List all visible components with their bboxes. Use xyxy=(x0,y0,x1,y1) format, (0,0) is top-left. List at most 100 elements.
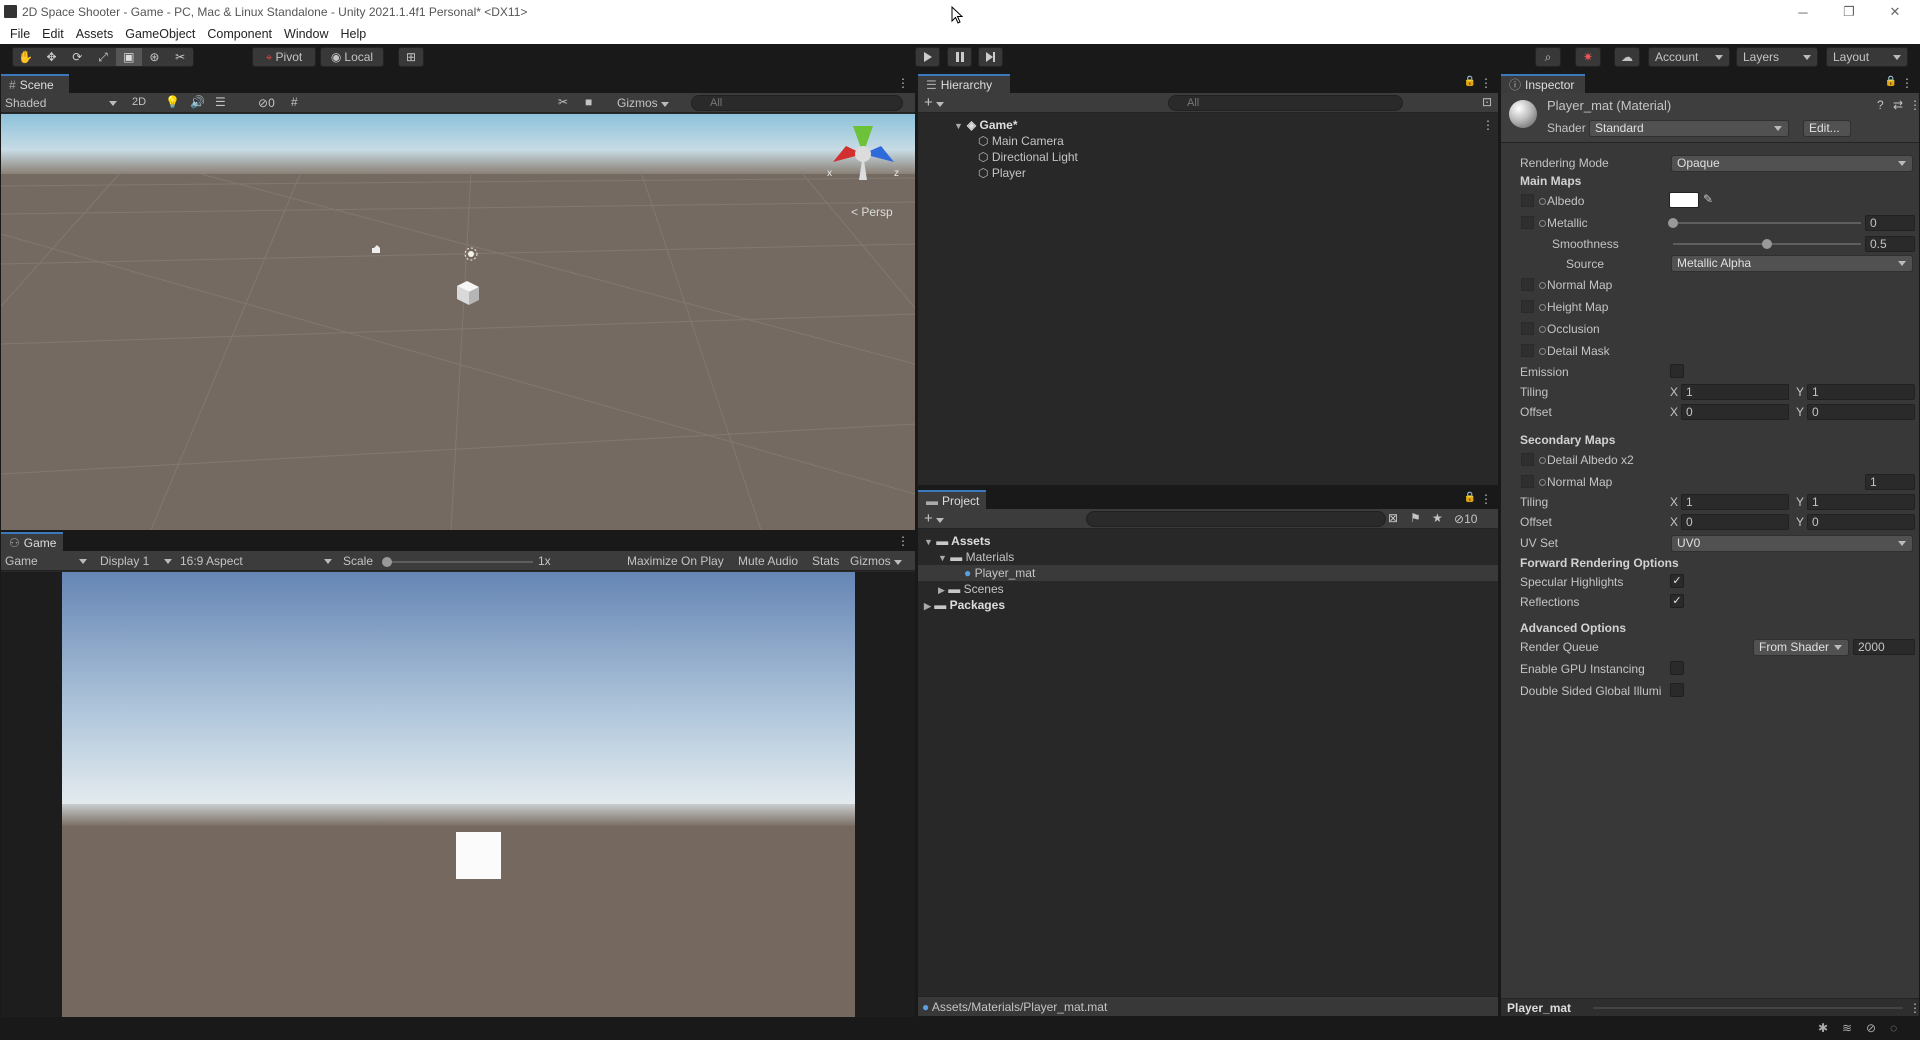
render-queue-dropdown[interactable]: From Shader xyxy=(1753,639,1849,656)
triangle-down-icon[interactable]: ▼ xyxy=(954,121,963,131)
shading-dropdown[interactable]: Shaded xyxy=(5,96,117,110)
toggle-2d-button[interactable]: 2D xyxy=(132,96,146,108)
tab-game[interactable]: ⚇ Game xyxy=(1,532,63,551)
tree-item-scenes[interactable]: ▶ ▬ Scenes xyxy=(938,582,1004,596)
hand-tool-icon[interactable]: ✋ xyxy=(13,48,39,66)
tab-scene[interactable]: # Scene xyxy=(1,74,69,93)
help-icon[interactable]: ? xyxy=(1877,98,1884,112)
texture-picker-icon[interactable] xyxy=(1539,304,1546,311)
progress-icon[interactable]: ◌ xyxy=(1890,1021,1897,1035)
normal-map2-texture-slot[interactable] xyxy=(1521,475,1534,488)
offset2-x-field[interactable]: 0 xyxy=(1681,514,1789,530)
lock-icon[interactable]: 🔒 xyxy=(1464,76,1476,87)
preview-bar[interactable]: Player_mat ⋮ xyxy=(1501,998,1920,1016)
panel-menu-icon[interactable]: ⋮ xyxy=(1480,76,1492,90)
triangle-down-icon[interactable]: ▼ xyxy=(938,553,947,563)
texture-picker-icon[interactable] xyxy=(1539,282,1546,289)
search-button[interactable]: ⌕ xyxy=(1535,47,1561,67)
tree-item-packages[interactable]: ▶ ▬ Packages xyxy=(924,598,1005,612)
texture-picker-icon[interactable] xyxy=(1539,457,1546,464)
move-tool-icon[interactable]: ✥ xyxy=(39,48,65,66)
albedo-color-swatch[interactable] xyxy=(1669,192,1699,208)
create-button[interactable]: + xyxy=(924,94,944,111)
tools-icon[interactable]: ✂ xyxy=(558,95,568,109)
triangle-down-icon[interactable]: ▼ xyxy=(924,537,933,547)
hierarchy-item-main-camera[interactable]: ⬡ Main Camera xyxy=(978,134,1064,148)
game-view-dropdown[interactable]: Game xyxy=(5,554,89,568)
layout-dropdown[interactable]: Layout xyxy=(1826,47,1908,67)
grid-toggle-icon[interactable]: # xyxy=(291,95,298,109)
lock-icon[interactable]: 🔒 xyxy=(1885,76,1897,87)
emission-checkbox[interactable] xyxy=(1670,364,1684,378)
tree-item-assets[interactable]: ▼ ▬ Assets xyxy=(924,534,991,548)
hierarchy-scene-root[interactable]: ▼ ◈ Game* xyxy=(954,118,1018,132)
gpu-instancing-checkbox[interactable] xyxy=(1670,661,1684,675)
custom-tool-icon[interactable]: ✂ xyxy=(167,48,193,66)
shader-edit-button[interactable]: Edit... xyxy=(1803,120,1851,137)
hidden-objects-icon[interactable]: ⊘0 xyxy=(258,96,275,110)
texture-picker-icon[interactable] xyxy=(1539,198,1546,205)
tab-project[interactable]: ▬ Project xyxy=(918,490,986,509)
tiling2-x-field[interactable]: 1 xyxy=(1681,494,1789,510)
tree-item-player-mat-label[interactable]: ● Player_mat xyxy=(964,566,1035,580)
transform-tool-icon[interactable]: ⊛ xyxy=(142,48,168,66)
pause-button[interactable] xyxy=(947,47,972,67)
tree-item-materials[interactable]: ▼ ▬ Materials xyxy=(938,550,1014,564)
scene-viewport[interactable]: x z < Persp xyxy=(1,114,915,530)
bug-report-icon[interactable]: ✱ xyxy=(1818,1021,1828,1035)
tiling-y-field[interactable]: 1 xyxy=(1807,384,1915,400)
texture-picker-icon[interactable] xyxy=(1539,348,1546,355)
preset-icon[interactable]: ⇄ xyxy=(1893,98,1903,112)
height-map-texture-slot[interactable] xyxy=(1521,300,1534,313)
game-gizmos-dropdown[interactable]: Gizmos xyxy=(850,554,903,568)
tab-inspector[interactable]: ⓘ Inspector xyxy=(1501,74,1585,93)
maximize-button[interactable]: ❐ xyxy=(1826,0,1872,24)
texture-picker-icon[interactable] xyxy=(1539,326,1546,333)
grid-snap-button[interactable]: ⊞ xyxy=(398,47,424,67)
scale-slider[interactable] xyxy=(387,561,533,563)
uv-set-dropdown[interactable]: UV0 xyxy=(1671,535,1913,552)
texture-picker-icon[interactable] xyxy=(1539,479,1546,486)
scene-options-icon[interactable]: ⋮ xyxy=(1482,118,1494,132)
lock-icon[interactable]: 🔒 xyxy=(1464,492,1476,503)
triangle-right-icon[interactable]: ▶ xyxy=(938,585,945,595)
panel-menu-icon[interactable]: ⋮ xyxy=(1909,1001,1920,1015)
menu-gameobject[interactable]: GameObject xyxy=(119,27,201,41)
metallic-slider[interactable] xyxy=(1673,222,1861,224)
local-button[interactable]: ◉ Local xyxy=(320,47,384,67)
rotate-tool-icon[interactable]: ⟳ xyxy=(64,48,90,66)
reflections-checkbox[interactable]: ✓ xyxy=(1670,594,1684,608)
panel-menu-icon[interactable]: ⋮ xyxy=(897,76,909,90)
panel-menu-icon[interactable]: ⋮ xyxy=(1480,492,1492,506)
menu-component[interactable]: Component xyxy=(201,27,278,41)
offset-y-field[interactable]: 0 xyxy=(1807,404,1915,420)
project-search-input[interactable] xyxy=(1086,511,1386,527)
panel-menu-icon[interactable]: ⋮ xyxy=(897,534,909,548)
collab-button[interactable]: ✷ xyxy=(1575,47,1601,67)
display-dropdown[interactable]: Display 1 xyxy=(100,554,174,568)
albedo-texture-slot[interactable] xyxy=(1521,194,1534,207)
cloud-button[interactable]: ☁ xyxy=(1614,47,1640,67)
scene-visibility-icon[interactable]: ⊡ xyxy=(1482,95,1492,109)
persp-label[interactable]: < Persp xyxy=(851,205,893,219)
cache-server-icon[interactable]: ≋ xyxy=(1842,1021,1852,1035)
create-button[interactable]: + xyxy=(924,510,944,527)
audio-toggle-icon[interactable]: 🔊 xyxy=(190,95,205,109)
step-button[interactable] xyxy=(978,47,1003,67)
play-button[interactable] xyxy=(915,47,940,67)
lighting-toggle-icon[interactable]: 💡 xyxy=(165,95,180,109)
close-button[interactable]: ✕ xyxy=(1872,0,1918,24)
metallic-value-field[interactable]: 0 xyxy=(1865,215,1915,231)
stats-toggle[interactable]: Stats xyxy=(812,554,839,568)
smoothness-slider-knob[interactable] xyxy=(1762,239,1772,249)
hierarchy-item-player[interactable]: ⬡ Player xyxy=(978,166,1026,180)
effects-toggle-icon[interactable]: ☰ xyxy=(215,95,226,109)
texture-picker-icon[interactable] xyxy=(1539,220,1546,227)
settings-menu-icon[interactable]: ⋮ xyxy=(1909,98,1920,112)
scale-tool-icon[interactable]: ⤢ xyxy=(90,48,116,66)
smoothness-value-field[interactable]: 0.5 xyxy=(1865,236,1915,252)
search-by-label-icon[interactable]: ⚑ xyxy=(1410,511,1421,525)
specular-checkbox[interactable]: ✓ xyxy=(1670,574,1684,588)
scene-gizmos-dropdown[interactable]: Gizmos xyxy=(617,96,670,110)
normal-map-texture-slot[interactable] xyxy=(1521,278,1534,291)
